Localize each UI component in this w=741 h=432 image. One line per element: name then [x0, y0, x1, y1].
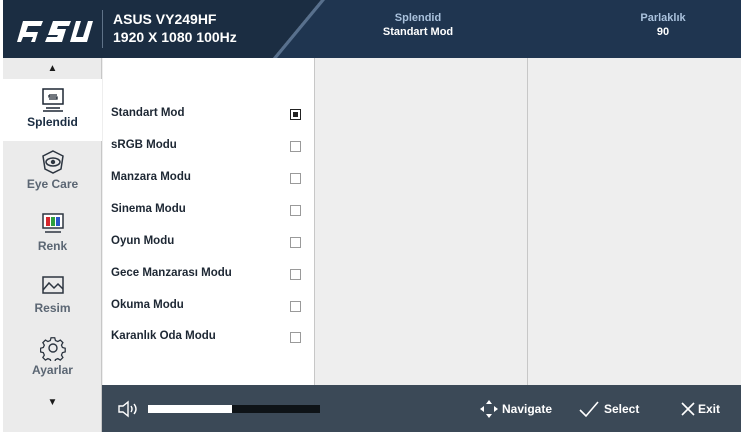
picture-icon — [41, 276, 64, 294]
exit-label: Exit — [698, 402, 721, 416]
scroll-up-arrow[interactable]: ▲ — [3, 63, 102, 74]
header-splendid-status: Splendid Standart Mod — [323, 11, 513, 39]
splendid-options-panel: Standart Mod sRGB Modu Manzara Modu Sine… — [103, 58, 315, 385]
monitor-resolution: 1920 X 1080 100Hz — [113, 29, 237, 45]
sidebar-item-label: Renk — [37, 239, 68, 253]
logo-divider — [102, 10, 103, 48]
checkbox[interactable] — [290, 269, 301, 280]
exit-button[interactable]: Exit — [680, 398, 732, 420]
volume-fill — [148, 405, 233, 413]
sidebar-item-eye-care[interactable]: Eye Care — [3, 141, 102, 203]
splendid-status-value: Standart Mod — [382, 26, 454, 38]
checkbox[interactable] — [290, 301, 301, 312]
color-bars-icon — [41, 213, 64, 233]
option-oyun-modu[interactable]: Oyun Modu — [103, 229, 315, 255]
gear-icon — [39, 337, 66, 361]
osd-window: ASUS VY249HF 1920 X 1080 100Hz Splendid … — [3, 0, 741, 432]
option-standart-mod[interactable]: Standart Mod — [103, 101, 315, 127]
eye-icon — [41, 150, 64, 174]
navigate-icon — [480, 400, 498, 418]
option-label: Manzara Modu — [111, 171, 191, 183]
volume-slider[interactable] — [148, 405, 320, 413]
submenu-panel-2 — [316, 58, 528, 385]
option-sinema-modu[interactable]: Sinema Modu — [103, 197, 315, 223]
sidebar-footer: ▼ — [3, 385, 102, 432]
submenu-panel-3 — [529, 58, 741, 385]
header-brightness-status: Parlaklık 90 — [563, 11, 741, 39]
option-label: Standart Mod — [111, 107, 185, 119]
sidebar: ▲ Splendid Eye Care Renk Resim Ayarlar — [3, 58, 102, 385]
checkbox[interactable] — [290, 141, 301, 152]
selected-checkbox[interactable] — [290, 109, 301, 120]
option-karanlik-oda-modu[interactable]: Karanlık Oda Modu — [103, 324, 315, 350]
monitor-icon — [41, 88, 64, 112]
sidebar-item-label: Splendid — [27, 115, 78, 129]
splendid-status-label: Splendid — [394, 12, 442, 24]
select-label: Select — [604, 402, 640, 416]
option-label: Gece Manzarası Modu — [111, 267, 232, 279]
sidebar-item-label: Ayarlar — [32, 363, 73, 377]
brightness-status-label: Parlaklık — [640, 12, 686, 24]
check-icon — [579, 401, 599, 418]
checkbox[interactable] — [290, 173, 301, 184]
sidebar-item-label: Eye Care — [26, 177, 79, 191]
sidebar-item-splendid[interactable]: Splendid — [3, 79, 102, 141]
option-label: Okuma Modu — [111, 299, 184, 311]
option-label: Sinema Modu — [111, 203, 186, 215]
scroll-down-arrow[interactable]: ▼ — [3, 397, 102, 408]
close-icon — [681, 402, 695, 416]
header: ASUS VY249HF 1920 X 1080 100Hz Splendid … — [3, 0, 741, 58]
option-gece-manzarasi-modu[interactable]: Gece Manzarası Modu — [103, 261, 315, 287]
option-label: Karanlık Oda Modu — [111, 330, 216, 342]
option-srgb-modu[interactable]: sRGB Modu — [103, 133, 315, 159]
monitor-model: ASUS VY249HF — [113, 11, 217, 27]
footer-bar: Navigate Select Exit — [102, 385, 741, 432]
option-manzara-modu[interactable]: Manzara Modu — [103, 165, 315, 191]
sidebar-item-label: Resim — [34, 301, 71, 315]
sidebar-item-resim[interactable]: Resim — [3, 265, 102, 327]
navigate-label: Navigate — [502, 402, 553, 416]
navigate-button[interactable]: Navigate — [478, 398, 564, 420]
checkbox[interactable] — [290, 205, 301, 216]
sidebar-item-renk[interactable]: Renk — [3, 203, 102, 265]
option-okuma-modu[interactable]: Okuma Modu — [103, 293, 315, 319]
option-label: sRGB Modu — [111, 139, 177, 151]
volume-icon[interactable] — [117, 399, 141, 419]
select-button[interactable]: Select — [578, 398, 648, 420]
sidebar-item-ayarlar[interactable]: Ayarlar — [3, 327, 102, 389]
brightness-status-value: 90 — [656, 26, 670, 38]
checkbox[interactable] — [290, 332, 301, 343]
asus-logo — [17, 21, 93, 42]
option-label: Oyun Modu — [111, 235, 175, 247]
checkbox[interactable] — [290, 237, 301, 248]
